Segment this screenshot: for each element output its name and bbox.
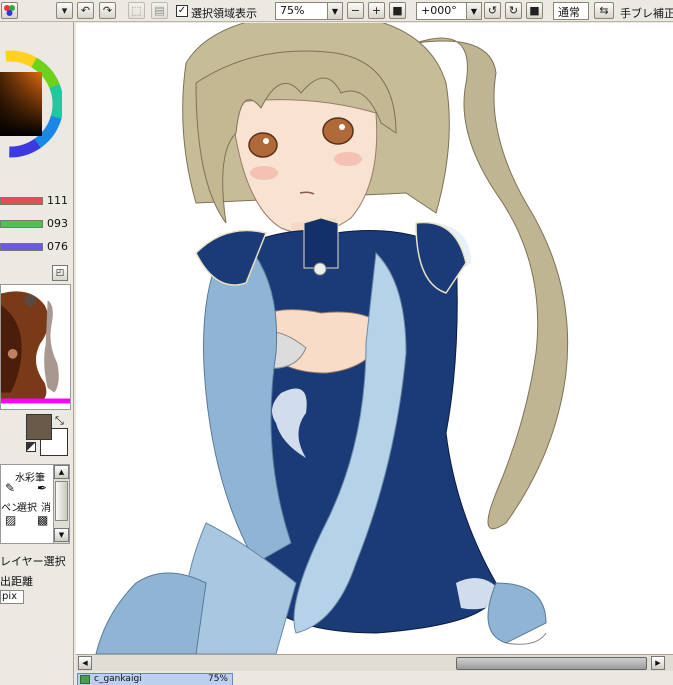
flip-horizontal-button[interactable]: ⇆ xyxy=(594,2,614,19)
rotation-value: +000° xyxy=(421,4,457,17)
stabilizer-label: 手ブレ補正 xyxy=(620,7,673,20)
square-icon: ■ xyxy=(392,4,403,17)
chevron-down-icon: ▼ xyxy=(466,3,481,19)
rotate-reset-button[interactable]: ■ xyxy=(526,2,543,19)
scratchpad-menu-button[interactable]: ◰ xyxy=(52,265,68,281)
document-tab[interactable]: c_gankaigi 75% xyxy=(77,673,233,685)
green-slider-track[interactable] xyxy=(0,220,43,228)
zoom-select[interactable]: 75% ▼ xyxy=(275,2,343,20)
minus-icon: − xyxy=(350,4,361,17)
chevron-down-icon: ▼ xyxy=(58,531,65,539)
panel-menu-button[interactable]: ▾ xyxy=(56,2,73,19)
pen-icon[interactable]: ▨ xyxy=(5,513,16,527)
show-selection-label: 選択領域表示 xyxy=(191,7,257,20)
flip-icon: ⇆ xyxy=(599,4,609,17)
show-selection-checkbox[interactable]: ✓ xyxy=(176,5,188,17)
red-value: 111 xyxy=(47,194,68,207)
chevron-up-icon: ▲ xyxy=(58,468,65,476)
document-tab-zoom: 75% xyxy=(207,674,228,684)
redo-button[interactable]: ↷ xyxy=(99,2,116,19)
rotate-right-button[interactable]: ↻ xyxy=(505,2,522,19)
blue-value: 076 xyxy=(47,240,68,253)
color-wheel[interactable] xyxy=(0,26,62,182)
scroll-right-button[interactable]: ▶ xyxy=(651,656,665,670)
green-slider[interactable]: 093 xyxy=(0,217,73,231)
zoom-in-button[interactable]: + xyxy=(368,2,385,19)
blend-mode-value: 通常 xyxy=(558,6,580,19)
canvas-horizontal-scrollbar[interactable]: ◀ ▶ xyxy=(76,654,673,671)
scratchpad[interactable] xyxy=(0,284,71,410)
distance-label: 出距離 xyxy=(0,575,33,588)
chevron-down-icon: ▼ xyxy=(327,3,342,19)
illustration xyxy=(95,23,569,654)
watercolor-brush-icon[interactable]: ✒ xyxy=(37,481,47,495)
select-tool-label[interactable]: 選択 xyxy=(17,499,37,514)
chevron-right-icon: ▶ xyxy=(655,659,661,667)
red-slider-track[interactable] xyxy=(0,197,43,205)
blue-slider-track[interactable] xyxy=(0,243,43,251)
document-icon xyxy=(80,675,90,684)
blend-mode-select[interactable]: 通常 xyxy=(553,2,589,20)
foreground-color-swatch[interactable] xyxy=(26,414,52,440)
rotate-left-icon: ↺ xyxy=(487,4,498,17)
undo-icon: ↶ xyxy=(80,4,91,17)
scroll-up-button[interactable]: ▲ xyxy=(54,465,69,479)
layer-select-label: レイヤー選択 xyxy=(0,555,66,568)
square-icon: ■ xyxy=(529,4,540,17)
tool-palette-scrollbar[interactable]: ▲ ▼ xyxy=(53,465,69,543)
undo-button[interactable]: ↶ xyxy=(77,2,94,19)
select-eraser-icon[interactable]: ▩ xyxy=(37,513,48,527)
scroll-thumb[interactable] xyxy=(55,481,68,521)
rotation-select[interactable]: +000° ▼ xyxy=(416,2,482,20)
brush-icon[interactable]: ✎ xyxy=(5,481,15,495)
unit-value: pix xyxy=(2,591,18,602)
green-value: 093 xyxy=(47,217,68,230)
drawing-canvas[interactable] xyxy=(76,23,673,654)
rotate-right-icon: ↻ xyxy=(508,4,519,17)
scroll-down-button[interactable]: ▼ xyxy=(54,528,69,542)
invert-selection-button[interactable]: ▤ xyxy=(151,2,168,19)
redo-icon: ↷ xyxy=(102,4,113,17)
scroll-thumb[interactable] xyxy=(456,657,647,670)
zoom-out-button[interactable]: − xyxy=(347,2,364,19)
unit-select[interactable]: pix xyxy=(0,590,24,604)
color-dots-icon xyxy=(4,5,15,16)
document-tab-label: c_gankaigi xyxy=(94,674,142,684)
deselect-icon: ⬚ xyxy=(131,4,142,17)
red-slider[interactable]: 111 xyxy=(0,194,73,208)
deselect-button[interactable]: ⬚ xyxy=(128,2,145,19)
plus-icon: + xyxy=(371,4,382,17)
window-icon: ◰ xyxy=(55,268,65,278)
palette-icon[interactable] xyxy=(1,2,18,19)
zoom-value: 75% xyxy=(280,4,305,17)
chevron-left-icon: ◀ xyxy=(82,659,88,667)
zoom-reset-button[interactable]: ■ xyxy=(389,2,406,19)
transparent-color-icon[interactable] xyxy=(26,442,36,452)
invert-selection-icon: ▤ xyxy=(154,4,165,17)
rotate-left-button[interactable]: ↺ xyxy=(484,2,501,19)
left-panel: 111 093 076 ◰ ⤡ 水彩筆 ✎ ✒ ペン 選択 消し ▨ ▩ ▲ ▼… xyxy=(0,22,74,685)
scroll-left-button[interactable]: ◀ xyxy=(78,656,92,670)
top-toolbar: ▾ ↶ ↷ ⬚ ▤ ✓ 選択領域表示 75% ▼ − + ■ +000° ▼ ↺… xyxy=(0,0,673,22)
blue-slider[interactable]: 076 xyxy=(0,240,73,254)
swap-colors-icon[interactable]: ⤡ xyxy=(55,414,64,428)
chevron-down-icon: ▾ xyxy=(61,4,68,17)
